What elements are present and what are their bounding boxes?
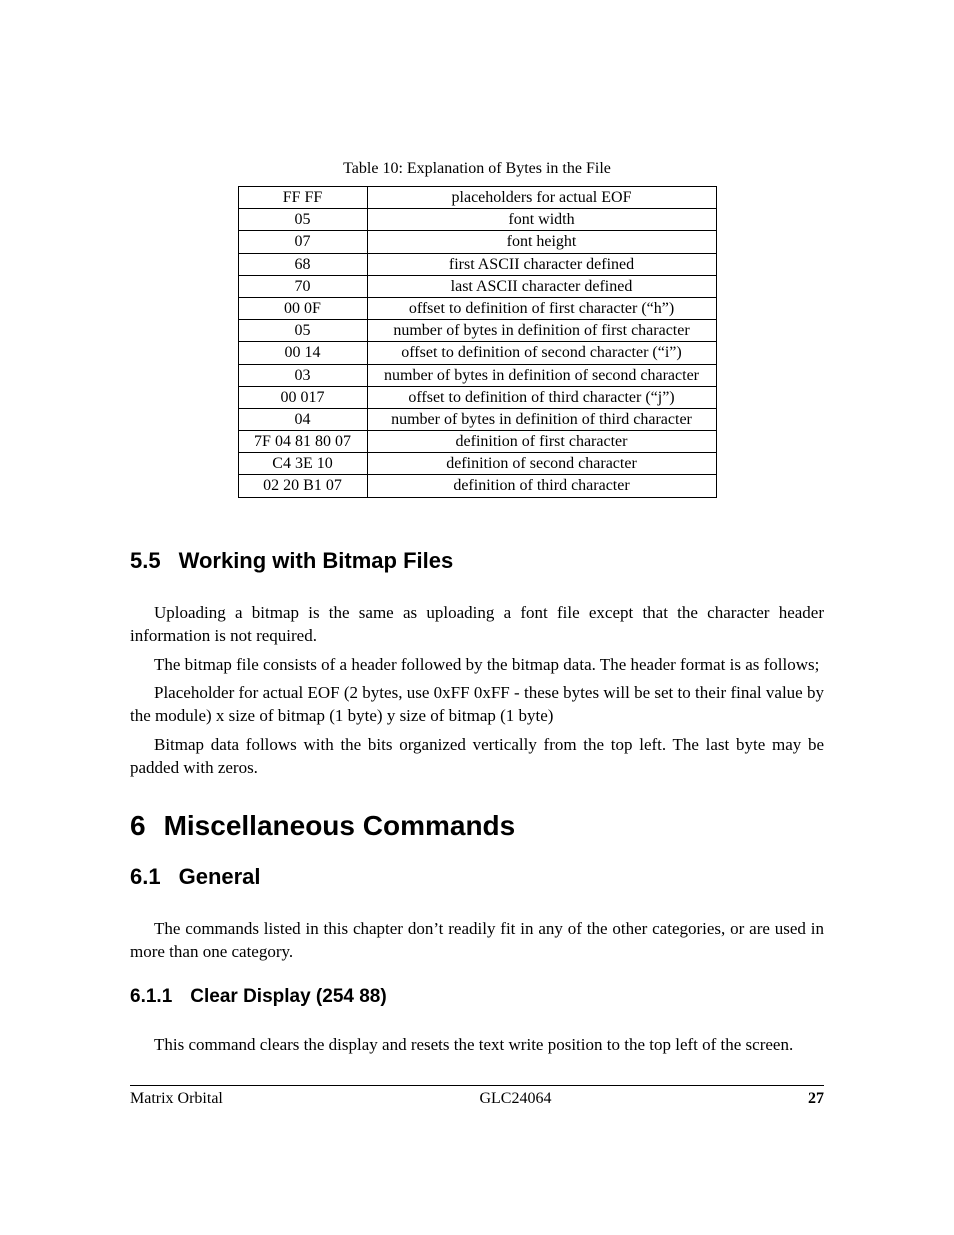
paragraph: This command clears the display and rese… — [130, 1034, 824, 1057]
byte-cell: 05 — [238, 320, 367, 342]
chapter-6-heading: 6 Miscellaneous Commands — [130, 810, 824, 842]
section-number: 6.1 — [130, 864, 161, 889]
description-cell: definition of first character — [367, 431, 716, 453]
section-5-5-heading: 5.5 Working with Bitmap Files — [130, 548, 824, 574]
page-footer: Matrix Orbital GLC24064 27 — [130, 1090, 824, 1108]
description-cell: font height — [367, 231, 716, 253]
footer-center: GLC24064 — [479, 1090, 551, 1108]
byte-cell: 03 — [238, 364, 367, 386]
footer-left: Matrix Orbital — [130, 1090, 223, 1108]
description-cell: number of bytes in definition of third c… — [367, 408, 716, 430]
footer-rule — [130, 1085, 824, 1086]
description-cell: offset to definition of first character … — [367, 297, 716, 319]
table-row: 00 14offset to definition of second char… — [238, 342, 716, 364]
table-row: 03number of bytes in definition of secon… — [238, 364, 716, 386]
byte-cell: 04 — [238, 408, 367, 430]
section-6-1-heading: 6.1 General — [130, 864, 824, 890]
section-number: 5.5 — [130, 548, 161, 573]
paragraph: Uploading a bitmap is the same as upload… — [130, 602, 824, 648]
byte-cell: 00 14 — [238, 342, 367, 364]
footer-page-number: 27 — [808, 1090, 824, 1108]
description-cell: first ASCII character defined — [367, 253, 716, 275]
paragraph: Bitmap data follows with the bits organi… — [130, 734, 824, 780]
subsection-6-1-1-heading: 6.1.1 Clear Display (254 88) — [130, 986, 824, 1008]
description-cell: definition of third character — [367, 475, 716, 497]
bytes-table: FF FFplaceholders for actual EOF05font w… — [238, 186, 717, 498]
table-row: 68first ASCII character defined — [238, 253, 716, 275]
table-row: FF FFplaceholders for actual EOF — [238, 187, 716, 209]
description-cell: number of bytes in definition of second … — [367, 364, 716, 386]
table-row: 05number of bytes in definition of first… — [238, 320, 716, 342]
table-row: 02 20 B1 07definition of third character — [238, 475, 716, 497]
description-cell: definition of second character — [367, 453, 716, 475]
table-row: 00 017offset to definition of third char… — [238, 386, 716, 408]
chapter-number: 6 — [130, 810, 146, 841]
table-row: 04number of bytes in definition of third… — [238, 408, 716, 430]
table-row: 07font height — [238, 231, 716, 253]
byte-cell: 07 — [238, 231, 367, 253]
section-title: Working with Bitmap Files — [179, 548, 454, 573]
byte-cell: 68 — [238, 253, 367, 275]
byte-cell: C4 3E 10 — [238, 453, 367, 475]
description-cell: last ASCII character defined — [367, 275, 716, 297]
byte-cell: 70 — [238, 275, 367, 297]
byte-cell: 00 0F — [238, 297, 367, 319]
table-row: 00 0Foffset to definition of first chara… — [238, 297, 716, 319]
byte-cell: 02 20 B1 07 — [238, 475, 367, 497]
table-row: C4 3E 10definition of second character — [238, 453, 716, 475]
paragraph: Placeholder for actual EOF (2 bytes, use… — [130, 682, 824, 728]
byte-cell: 7F 04 81 80 07 — [238, 431, 367, 453]
description-cell: offset to definition of second character… — [367, 342, 716, 364]
description-cell: font width — [367, 209, 716, 231]
byte-cell: FF FF — [238, 187, 367, 209]
paragraph: The bitmap file consists of a header fol… — [130, 654, 824, 677]
subsection-number: 6.1.1 — [130, 986, 172, 1007]
byte-cell: 00 017 — [238, 386, 367, 408]
paragraph: The commands listed in this chapter don’… — [130, 918, 824, 964]
table-caption: Table 10: Explanation of Bytes in the Fi… — [130, 160, 824, 178]
table-row: 05font width — [238, 209, 716, 231]
table-row: 70last ASCII character defined — [238, 275, 716, 297]
byte-cell: 05 — [238, 209, 367, 231]
subsection-title: Clear Display (254 88) — [190, 986, 386, 1007]
chapter-title: Miscellaneous Commands — [164, 810, 516, 841]
table-row: 7F 04 81 80 07definition of first charac… — [238, 431, 716, 453]
description-cell: number of bytes in definition of first c… — [367, 320, 716, 342]
description-cell: offset to definition of third character … — [367, 386, 716, 408]
section-title: General — [179, 864, 261, 889]
description-cell: placeholders for actual EOF — [367, 187, 716, 209]
